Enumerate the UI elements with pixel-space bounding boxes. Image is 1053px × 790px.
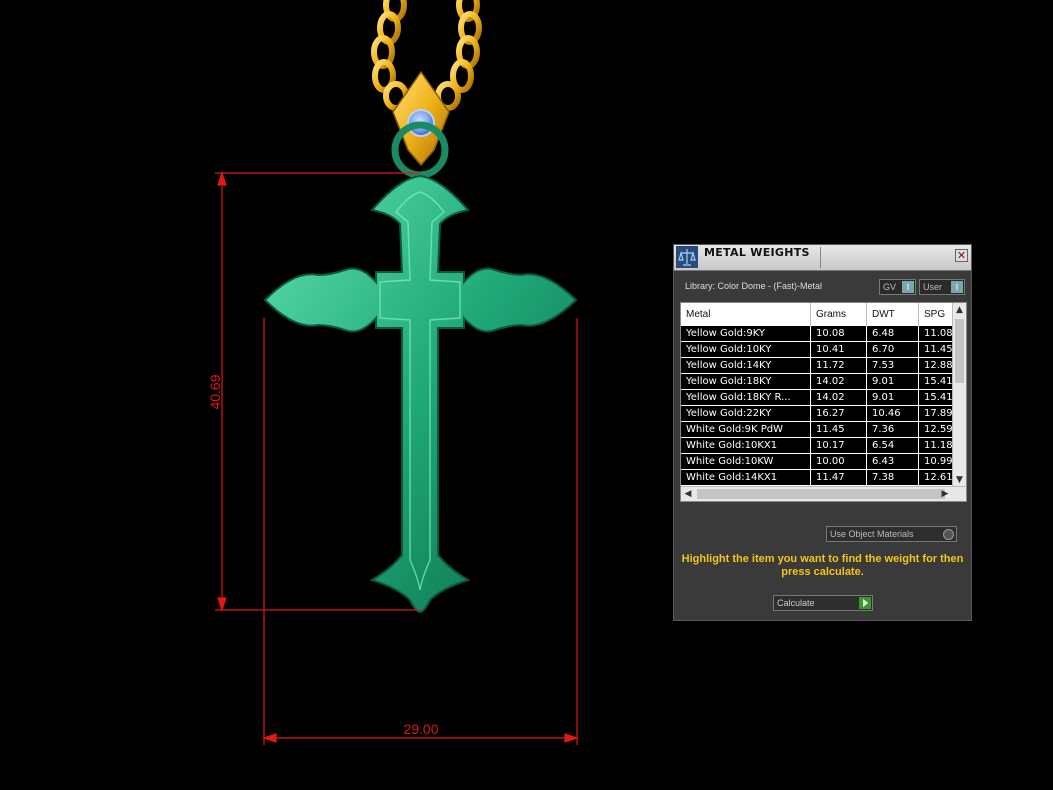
column-header[interactable]: Metal: [681, 303, 811, 326]
table-cell: White Gold:14KX1: [681, 470, 811, 485]
scroll-left-icon[interactable]: ◀: [683, 488, 693, 500]
metal-table: Metal Grams DWT SPG Yellow Gold:9KY 10.08 6.4…: [680, 302, 967, 502]
panel-titlebar[interactable]: METAL WEIGHTS ✕: [674, 245, 971, 271]
height-dimension-label: 40.69: [207, 374, 223, 409]
width-dimension-label: 29.00: [403, 721, 438, 737]
table-cell: 9.01: [867, 390, 919, 405]
metal-weights-panel: METAL WEIGHTS ✕ Library: Color Dome - (F…: [673, 244, 972, 621]
scroll-right-icon[interactable]: ▶: [940, 488, 950, 500]
table-cell: 7.36: [867, 422, 919, 437]
close-icon: ✕: [956, 249, 967, 262]
table-cell: 6.54: [867, 438, 919, 453]
table-cell: Yellow Gold:14KY: [681, 358, 811, 373]
table-cell: 14.02: [811, 374, 867, 389]
gv-toggle[interactable]: GV I: [879, 279, 916, 295]
table-cell: Yellow Gold:18KY: [681, 374, 811, 389]
play-arrow-icon: [859, 597, 871, 609]
vertical-scrollbar[interactable]: ▲ ▼: [952, 303, 966, 487]
table-cell: 10.00: [811, 454, 867, 469]
close-button[interactable]: ✕: [955, 249, 968, 262]
radio-icon[interactable]: [943, 529, 954, 540]
library-label: Library: Color Dome - (Fast)-Metal: [685, 281, 823, 291]
titlebar-divider: [820, 247, 821, 268]
table-cell: 11.47: [811, 470, 867, 485]
toggle-knob-icon: I: [902, 281, 914, 293]
table-row[interactable]: Yellow Gold:9KY 10.08 6.48 11.08: [681, 326, 959, 342]
calculate-button[interactable]: Calculate: [773, 595, 873, 611]
table-cell: 10.41: [811, 342, 867, 357]
table-cell: White Gold:10KW: [681, 454, 811, 469]
table-row[interactable]: Yellow Gold:22KY 16.27 10.46 17.89: [681, 406, 959, 422]
user-toggle[interactable]: User I: [919, 279, 965, 295]
table-row[interactable]: White Gold:10KW 10.00 6.43 10.99: [681, 454, 959, 470]
table-header: Metal Grams DWT SPG: [681, 303, 959, 327]
table-row[interactable]: White Gold:14KX1 11.47 7.38 12.61: [681, 470, 959, 486]
table-cell: 7.38: [867, 470, 919, 485]
table-cell: 6.43: [867, 454, 919, 469]
toggle-knob-icon: I: [951, 281, 963, 293]
table-cell: 9.01: [867, 374, 919, 389]
table-cell: 10.08: [811, 326, 867, 341]
table-cell: White Gold:9K PdW: [681, 422, 811, 437]
table-cell: Yellow Gold:22KY: [681, 406, 811, 421]
horizontal-scrollbar[interactable]: ◀ ▶: [681, 486, 966, 501]
scroll-down-icon[interactable]: ▼: [955, 475, 964, 485]
table-row[interactable]: Yellow Gold:18KY 14.02 9.01 15.41: [681, 374, 959, 390]
table-cell: 6.48: [867, 326, 919, 341]
hint-text: Highlight the item you want to find the …: [681, 553, 964, 578]
scroll-up-icon[interactable]: ▲: [955, 305, 964, 315]
table-row[interactable]: Yellow Gold:14KY 11.72 7.53 12.88: [681, 358, 959, 374]
scroll-thumb[interactable]: [697, 489, 945, 499]
scroll-thumb[interactable]: [955, 319, 964, 383]
panel-title: METAL WEIGHTS: [704, 246, 810, 259]
table-row[interactable]: White Gold:9K PdW 11.45 7.36 12.59: [681, 422, 959, 438]
table-cell: 11.72: [811, 358, 867, 373]
table-body: Yellow Gold:9KY 10.08 6.48 11.08 Yellow Gold…: [681, 326, 959, 501]
table-cell: 10.46: [867, 406, 919, 421]
table-cell: White Gold:10KX1: [681, 438, 811, 453]
use-object-materials-option[interactable]: Use Object Materials: [826, 526, 957, 542]
scale-icon: [676, 246, 698, 268]
table-row[interactable]: Yellow Gold:18KY R... 14.02 9.01 15.41: [681, 390, 959, 406]
table-cell: Yellow Gold:10KY: [681, 342, 811, 357]
table-cell: Yellow Gold:9KY: [681, 326, 811, 341]
cross-pendant: [263, 174, 578, 614]
table-cell: 16.27: [811, 406, 867, 421]
table-cell: 6.70: [867, 342, 919, 357]
table-cell: 7.53: [867, 358, 919, 373]
column-header[interactable]: Grams: [811, 303, 867, 326]
table-row[interactable]: Yellow Gold:10KY 10.41 6.70 11.45: [681, 342, 959, 358]
table-cell: 14.02: [811, 390, 867, 405]
table-row[interactable]: White Gold:10KX1 10.17 6.54 11.18: [681, 438, 959, 454]
height-dimension: [215, 171, 420, 612]
table-cell: 10.17: [811, 438, 867, 453]
table-cell: 11.45: [811, 422, 867, 437]
column-header[interactable]: DWT: [867, 303, 919, 326]
table-cell: Yellow Gold:18KY R...: [681, 390, 811, 405]
